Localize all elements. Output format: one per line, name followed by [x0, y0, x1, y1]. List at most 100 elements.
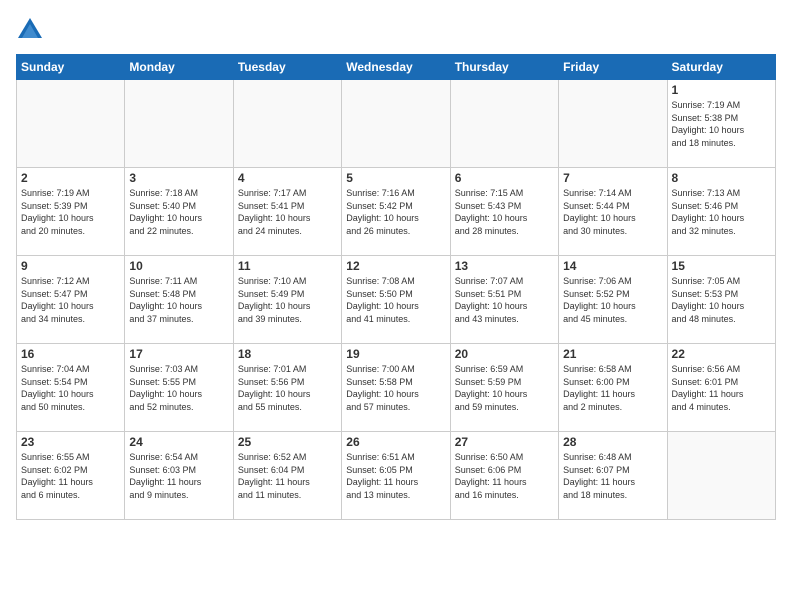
day-info: Sunrise: 7:18 AM Sunset: 5:40 PM Dayligh… [129, 187, 228, 237]
calendar-cell: 13 Sunrise: 7:07 AM Sunset: 5:51 PM Dayli… [450, 256, 558, 344]
header-saturday: Saturday [667, 55, 775, 80]
day-number: 25 [238, 435, 337, 449]
day-info: Sunrise: 7:15 AM Sunset: 5:43 PM Dayligh… [455, 187, 554, 237]
day-number: 19 [346, 347, 445, 361]
logo [16, 16, 48, 44]
calendar-cell: 7 Sunrise: 7:14 AM Sunset: 5:44 PM Daylig… [559, 168, 667, 256]
calendar-header-row: SundayMondayTuesdayWednesdayThursdayFrid… [17, 55, 776, 80]
day-info: Sunrise: 7:10 AM Sunset: 5:49 PM Dayligh… [238, 275, 337, 325]
calendar-cell: 23Sunrise: 6:55 AM Sunset: 6:02 PM Dayli… [17, 432, 125, 520]
day-info: Sunrise: 7:03 AM Sunset: 5:55 PM Dayligh… [129, 363, 228, 413]
day-number: 7 [563, 171, 662, 185]
header-monday: Monday [125, 55, 233, 80]
day-info: Sunrise: 7:00 AM Sunset: 5:58 PM Dayligh… [346, 363, 445, 413]
calendar-cell [342, 80, 450, 168]
day-number: 2 [21, 171, 120, 185]
header-friday: Friday [559, 55, 667, 80]
day-number: 27 [455, 435, 554, 449]
day-number: 26 [346, 435, 445, 449]
calendar-cell: 6 Sunrise: 7:15 AM Sunset: 5:43 PM Daylig… [450, 168, 558, 256]
day-number: 9 [21, 259, 120, 273]
calendar-week-1: 1 Sunrise: 7:19 AM Sunset: 5:38 PM Daylig… [17, 80, 776, 168]
calendar-cell: 25 Sunrise: 6:52 AM Sunset: 6:04 PM Dayli… [233, 432, 341, 520]
day-number: 28 [563, 435, 662, 449]
day-info: Sunrise: 7:13 AM Sunset: 5:46 PM Dayligh… [672, 187, 771, 237]
calendar-cell: 19 Sunrise: 7:00 AM Sunset: 5:58 PM Dayli… [342, 344, 450, 432]
calendar-cell: 16 Sunrise: 7:04 AM Sunset: 5:54 PM Dayli… [17, 344, 125, 432]
day-number: 8 [672, 171, 771, 185]
day-info: Sunrise: 7:12 AM Sunset: 5:47 PM Dayligh… [21, 275, 120, 325]
calendar-cell: 11 Sunrise: 7:10 AM Sunset: 5:49 PM Dayli… [233, 256, 341, 344]
day-info: Sunrise: 6:54 AM Sunset: 6:03 PM Dayligh… [129, 451, 228, 501]
header-thursday: Thursday [450, 55, 558, 80]
day-number: 18 [238, 347, 337, 361]
day-number: 6 [455, 171, 554, 185]
day-info: Sunrise: 6:52 AM Sunset: 6:04 PM Dayligh… [238, 451, 337, 501]
day-info: Sunrise: 7:05 AM Sunset: 5:53 PM Dayligh… [672, 275, 771, 325]
day-number: 13 [455, 259, 554, 273]
day-number: 1 [672, 83, 771, 97]
header-tuesday: Tuesday [233, 55, 341, 80]
day-info: Sunrise: 7:08 AM Sunset: 5:50 PM Dayligh… [346, 275, 445, 325]
calendar-cell: 24 Sunrise: 6:54 AM Sunset: 6:03 PM Dayli… [125, 432, 233, 520]
calendar-cell: 20Sunrise: 6:59 AM Sunset: 5:59 PM Dayli… [450, 344, 558, 432]
day-number: 16 [21, 347, 120, 361]
day-info: Sunrise: 6:56 AM Sunset: 6:01 PM Dayligh… [672, 363, 771, 413]
day-info: Sunrise: 7:06 AM Sunset: 5:52 PM Dayligh… [563, 275, 662, 325]
day-number: 11 [238, 259, 337, 273]
calendar-cell: 4Sunrise: 7:17 AM Sunset: 5:41 PM Daylig… [233, 168, 341, 256]
day-info: Sunrise: 6:50 AM Sunset: 6:06 PM Dayligh… [455, 451, 554, 501]
day-info: Sunrise: 6:58 AM Sunset: 6:00 PM Dayligh… [563, 363, 662, 413]
calendar-cell [450, 80, 558, 168]
calendar-cell: 12 Sunrise: 7:08 AM Sunset: 5:50 PM Dayli… [342, 256, 450, 344]
day-info: Sunrise: 7:01 AM Sunset: 5:56 PM Dayligh… [238, 363, 337, 413]
calendar-cell: 26 Sunrise: 6:51 AM Sunset: 6:05 PM Dayli… [342, 432, 450, 520]
calendar-week-4: 16 Sunrise: 7:04 AM Sunset: 5:54 PM Dayli… [17, 344, 776, 432]
calendar-cell [125, 80, 233, 168]
calendar-cell [667, 432, 775, 520]
calendar-cell: 28 Sunrise: 6:48 AM Sunset: 6:07 PM Dayli… [559, 432, 667, 520]
day-info: Sunrise: 7:19 AM Sunset: 5:38 PM Dayligh… [672, 99, 771, 149]
day-number: 5 [346, 171, 445, 185]
day-number: 20 [455, 347, 554, 361]
calendar-cell [17, 80, 125, 168]
day-number: 3 [129, 171, 228, 185]
calendar-cell [559, 80, 667, 168]
calendar-cell [233, 80, 341, 168]
day-number: 4 [238, 171, 337, 185]
calendar-cell: 2 Sunrise: 7:19 AM Sunset: 5:39 PM Daylig… [17, 168, 125, 256]
day-info: Sunrise: 7:04 AM Sunset: 5:54 PM Dayligh… [21, 363, 120, 413]
calendar-cell: 14 Sunrise: 7:06 AM Sunset: 5:52 PM Dayli… [559, 256, 667, 344]
day-number: 24 [129, 435, 228, 449]
day-info: Sunrise: 6:51 AM Sunset: 6:05 PM Dayligh… [346, 451, 445, 501]
calendar-week-2: 2 Sunrise: 7:19 AM Sunset: 5:39 PM Daylig… [17, 168, 776, 256]
calendar-week-3: 9 Sunrise: 7:12 AM Sunset: 5:47 PM Daylig… [17, 256, 776, 344]
calendar-cell: 21 Sunrise: 6:58 AM Sunset: 6:00 PM Dayli… [559, 344, 667, 432]
calendar-cell: 15Sunrise: 7:05 AM Sunset: 5:53 PM Dayli… [667, 256, 775, 344]
calendar-cell: 5 Sunrise: 7:16 AM Sunset: 5:42 PM Daylig… [342, 168, 450, 256]
header-wednesday: Wednesday [342, 55, 450, 80]
calendar-cell: 8 Sunrise: 7:13 AM Sunset: 5:46 PM Daylig… [667, 168, 775, 256]
calendar-cell: 18 Sunrise: 7:01 AM Sunset: 5:56 PM Dayli… [233, 344, 341, 432]
day-info: Sunrise: 7:07 AM Sunset: 5:51 PM Dayligh… [455, 275, 554, 325]
calendar-table: SundayMondayTuesdayWednesdayThursdayFrid… [16, 54, 776, 520]
page-header [16, 16, 776, 44]
day-info: Sunrise: 6:48 AM Sunset: 6:07 PM Dayligh… [563, 451, 662, 501]
calendar-cell: 9 Sunrise: 7:12 AM Sunset: 5:47 PM Daylig… [17, 256, 125, 344]
calendar-cell: 17 Sunrise: 7:03 AM Sunset: 5:55 PM Dayli… [125, 344, 233, 432]
day-number: 17 [129, 347, 228, 361]
calendar-cell: 27 Sunrise: 6:50 AM Sunset: 6:06 PM Dayli… [450, 432, 558, 520]
calendar-cell: 10Sunrise: 7:11 AM Sunset: 5:48 PM Dayli… [125, 256, 233, 344]
header-sunday: Sunday [17, 55, 125, 80]
calendar-week-5: 23Sunrise: 6:55 AM Sunset: 6:02 PM Dayli… [17, 432, 776, 520]
day-info: Sunrise: 7:14 AM Sunset: 5:44 PM Dayligh… [563, 187, 662, 237]
day-number: 21 [563, 347, 662, 361]
day-number: 14 [563, 259, 662, 273]
day-info: Sunrise: 6:55 AM Sunset: 6:02 PM Dayligh… [21, 451, 120, 501]
day-info: Sunrise: 7:16 AM Sunset: 5:42 PM Dayligh… [346, 187, 445, 237]
day-info: Sunrise: 7:19 AM Sunset: 5:39 PM Dayligh… [21, 187, 120, 237]
calendar-cell: 1 Sunrise: 7:19 AM Sunset: 5:38 PM Daylig… [667, 80, 775, 168]
calendar-cell: 22Sunrise: 6:56 AM Sunset: 6:01 PM Dayli… [667, 344, 775, 432]
day-number: 12 [346, 259, 445, 273]
logo-icon [16, 16, 44, 44]
